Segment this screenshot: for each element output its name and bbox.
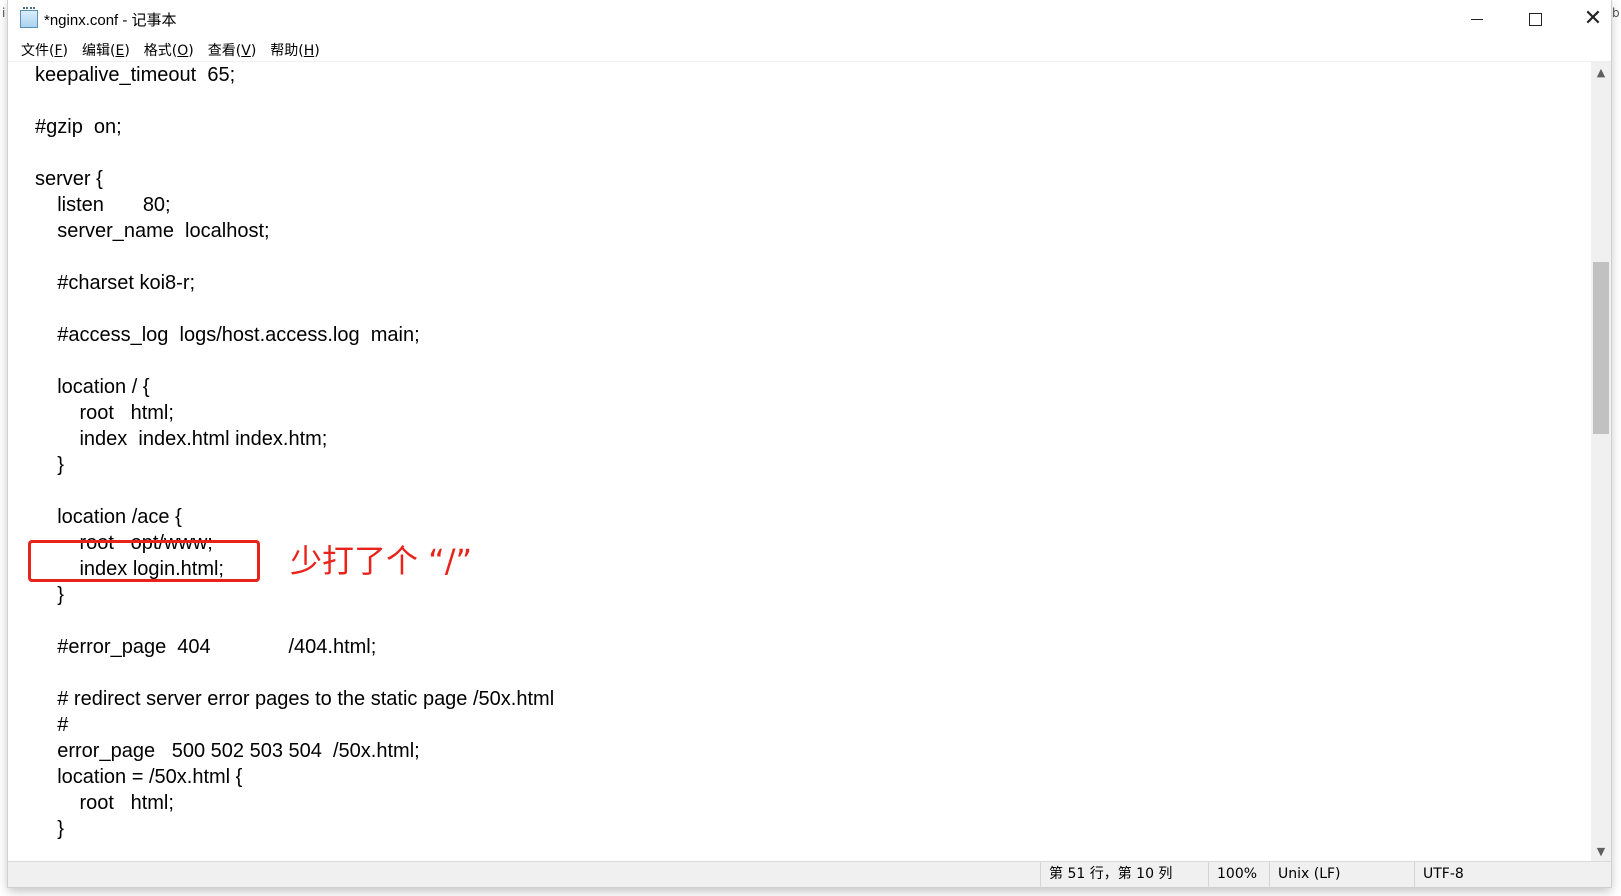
text-editor-area[interactable]: keepalive_timeout 65; #gzip on; server {…: [8, 62, 1591, 861]
scroll-thumb[interactable]: [1593, 262, 1609, 434]
code-line: #error_page 404 /404.html;: [35, 636, 377, 658]
annotation-highlight-box: [28, 540, 260, 582]
menu-help[interactable]: 帮助(H): [263, 40, 326, 60]
scroll-up-button[interactable]: ▲: [1591, 62, 1611, 82]
menu-file[interactable]: 文件(F): [14, 40, 75, 60]
code-line: keepalive_timeout 65;: [35, 64, 236, 86]
close-button[interactable]: ✕: [1564, 0, 1621, 38]
chevron-down-icon: ▼: [1596, 844, 1606, 858]
close-icon: ✕: [1583, 6, 1603, 31]
title-bar[interactable]: *nginx.conf - 记事本 ✕: [8, 0, 1611, 38]
minimize-button[interactable]: [1448, 0, 1506, 38]
menu-help-label: 帮助(: [270, 42, 304, 59]
code-line: location /ace {: [35, 506, 182, 528]
status-bar: 第 51 行，第 10 列 100% Unix (LF) UTF-8: [8, 861, 1611, 887]
annotation-note: 少打了个 “/”: [290, 542, 473, 580]
menu-view-accelerator: V: [241, 42, 251, 59]
status-encoding: UTF-8: [1414, 862, 1564, 887]
menu-format-accelerator: O: [177, 42, 189, 59]
notepad-icon: [20, 7, 38, 28]
status-line-ending: Unix (LF): [1269, 862, 1414, 887]
code-line: root html;: [35, 402, 174, 424]
menu-edit-paren: ): [124, 42, 130, 59]
menu-view-paren: ): [250, 42, 257, 59]
menu-help-accelerator: H: [303, 42, 315, 59]
menu-edit[interactable]: 编辑(E): [75, 40, 137, 60]
code-line: }: [35, 454, 64, 476]
menu-file-paren: ): [62, 42, 68, 59]
menu-format-label: 格式(: [143, 42, 178, 59]
code-line: root html;: [35, 792, 174, 814]
menu-bar: 文件(F) 编辑(E) 格式(O) 查看(V) 帮助(H): [8, 38, 1611, 62]
code-line: #charset koi8-r;: [35, 272, 196, 294]
menu-edit-label: 编辑(: [82, 42, 116, 59]
notepad-window: *nginx.conf - 记事本 ✕ 文件(F) 编辑(E) 格式(O) 查看…: [8, 0, 1611, 887]
menu-edit-accelerator: E: [115, 42, 125, 59]
code-line: server_name localhost;: [35, 220, 270, 242]
menu-help-paren: ): [314, 42, 320, 59]
menu-view[interactable]: 查看(V): [201, 40, 264, 60]
code-line: # redirect server error pages to the sta…: [35, 688, 555, 710]
code-line: #: [35, 714, 69, 736]
code-line: error_page 500 502 503 504 /50x.html;: [35, 740, 420, 762]
maximize-button[interactable]: [1506, 0, 1564, 38]
status-cursor-position: 第 51 行，第 10 列: [1040, 862, 1208, 887]
code-line: #access_log logs/host.access.log main;: [35, 324, 420, 346]
minimize-icon: [1471, 18, 1483, 20]
maximize-icon: [1528, 12, 1542, 26]
code-line: #gzip on;: [35, 116, 122, 138]
code-line: }: [35, 818, 64, 840]
background-window-fragment: i: [2, 6, 6, 20]
code-line: index index.html index.htm;: [35, 428, 328, 450]
menu-format[interactable]: 格式(O): [137, 40, 201, 60]
vertical-scrollbar[interactable]: ▲ ▼: [1591, 62, 1611, 861]
menu-file-accelerator: F: [54, 42, 63, 59]
window-title: *nginx.conf - 记事本: [44, 12, 177, 29]
code-line: listen 80;: [35, 194, 171, 216]
menu-file-label: 文件(: [21, 42, 55, 59]
code-line: location = /50x.html {: [35, 766, 243, 788]
menu-format-paren: ): [188, 42, 194, 59]
code-line: }: [35, 584, 64, 606]
status-zoom: 100%: [1208, 862, 1269, 887]
code-line: location / {: [35, 376, 150, 398]
scroll-down-button[interactable]: ▼: [1591, 841, 1611, 861]
code-line: server {: [35, 168, 103, 190]
chevron-up-icon: ▲: [1596, 65, 1606, 79]
menu-view-label: 查看(: [207, 42, 242, 59]
